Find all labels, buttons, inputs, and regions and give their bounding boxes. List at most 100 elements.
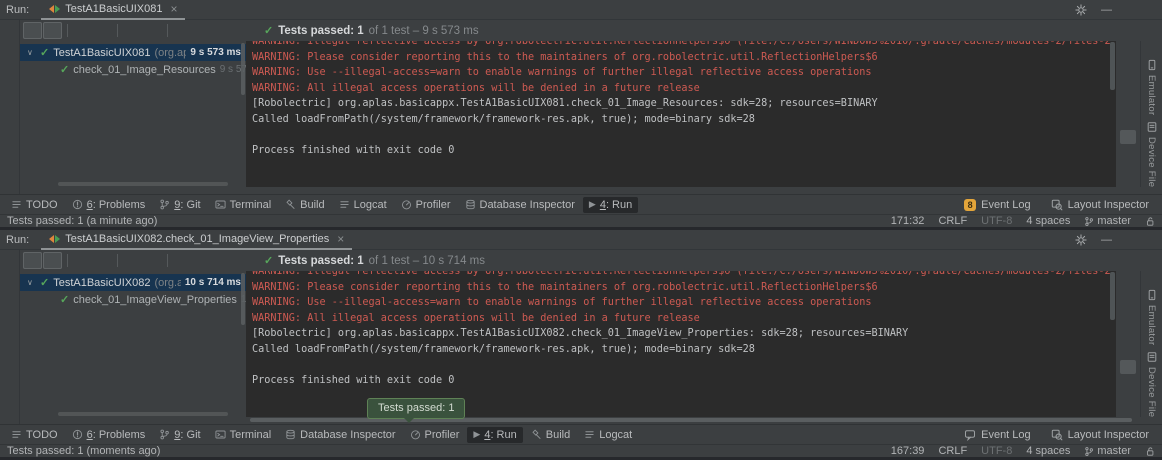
sort-alphabetically[interactable]: [73, 22, 92, 39]
clear-all[interactable]: [1120, 403, 1136, 417]
console-output[interactable]: WARNING: Illegal reflective access by or…: [246, 271, 1116, 417]
toolwindow-button[interactable]: Build: [279, 197, 330, 213]
tool-strip-button[interactable]: Device File Explorer: [1146, 121, 1158, 187]
print[interactable]: [1120, 382, 1136, 396]
test-tree-row[interactable]: ∨ ✓ TestA1BasicUIX082 (org.aplas.basica …: [20, 274, 246, 291]
hide-icon[interactable]: —: [1101, 5, 1112, 16]
gear-icon[interactable]: [1075, 234, 1087, 246]
scroll-to-end[interactable]: [1120, 360, 1136, 374]
chevron-down-icon[interactable]: ∨: [27, 48, 36, 57]
separator[interactable]: [167, 254, 168, 267]
toolwindow-button[interactable]: ▶ 4: Run: [583, 197, 638, 213]
toolwindow-button[interactable]: 9: Git: [153, 427, 206, 443]
indent-widget[interactable]: 4 spaces: [1026, 445, 1070, 458]
clear-all[interactable]: [1120, 173, 1136, 187]
toolwindow-button[interactable]: ▶ 4: Run: [467, 427, 522, 443]
next-failed-test[interactable]: [193, 22, 212, 39]
toolwindow-button[interactable]: Terminal: [209, 197, 278, 213]
separator[interactable]: [67, 24, 68, 37]
console-vertical-scrollbar[interactable]: [1110, 272, 1115, 320]
lock-icon[interactable]: [1145, 216, 1155, 227]
collapse-all[interactable]: [143, 252, 162, 269]
separator[interactable]: [117, 24, 118, 37]
tool-strip-button[interactable]: Emulator: [1146, 59, 1158, 115]
toolwindow-button[interactable]: TODO: [5, 197, 64, 213]
sort-by-duration[interactable]: [93, 22, 112, 39]
next-occurrence[interactable]: [1120, 87, 1136, 101]
soft-wrap[interactable]: [1120, 108, 1136, 122]
tree-horizontal-scrollbar[interactable]: [58, 412, 228, 416]
test-tree-row[interactable]: ∨ ✓ TestA1BasicUIX081 (org.aplas.basica …: [20, 44, 246, 61]
tree-vertical-scrollbar[interactable]: [241, 273, 245, 325]
scroll-to-end[interactable]: [1120, 130, 1136, 144]
run-tab[interactable]: TestA1BasicUIX081 ×: [41, 0, 185, 20]
toolwindow-button[interactable]: Logcat: [333, 197, 393, 213]
next-failed-test[interactable]: [193, 252, 212, 269]
tab-close-icon[interactable]: ×: [170, 2, 177, 16]
more-toolbar-options[interactable]: [233, 22, 252, 39]
console-output[interactable]: WARNING: Illegal reflective access by or…: [246, 41, 1116, 187]
event-log-button[interactable]: Event Log: [964, 429, 1031, 441]
separator[interactable]: [67, 254, 68, 267]
tab-close-icon[interactable]: ×: [337, 232, 344, 246]
tool-strip-button[interactable]: Emulator: [1146, 289, 1158, 345]
show-ignored[interactable]: [43, 22, 62, 39]
toolwindow-button[interactable]: 6: Problems: [66, 427, 152, 443]
toolwindow-button[interactable]: 6: Problems: [66, 197, 152, 213]
event-log-button[interactable]: 8 Event Log: [964, 199, 1031, 211]
test-tree-row[interactable]: ✓ check_01_ImageView_Properties 10 s 714…: [20, 291, 246, 308]
test-history[interactable]: [213, 252, 232, 269]
print[interactable]: [1120, 152, 1136, 166]
expand-all[interactable]: [123, 22, 142, 39]
console-line: Called loadFromPath(/system/framework/fr…: [252, 342, 1116, 358]
toolwindow-button[interactable]: Database Inspector: [459, 197, 581, 213]
expand-all[interactable]: [123, 252, 142, 269]
indent-widget[interactable]: 4 spaces: [1026, 215, 1070, 228]
sort-by-duration[interactable]: [93, 252, 112, 269]
tree-vertical-scrollbar[interactable]: [241, 43, 245, 95]
git-branch-widget[interactable]: master: [1084, 215, 1131, 228]
show-passed[interactable]: [23, 22, 42, 39]
layout-inspector-button[interactable]: Layout Inspector: [1051, 429, 1149, 441]
toolwindow-button[interactable]: TODO: [5, 427, 64, 443]
run-tab[interactable]: TestA1BasicUIX082.check_01_ImageView_Pro…: [41, 230, 352, 250]
test-history[interactable]: [213, 22, 232, 39]
previous-failed-test[interactable]: [173, 22, 192, 39]
toolwindow-button[interactable]: Database Inspector: [279, 427, 401, 443]
toolwindow-button[interactable]: Logcat: [578, 427, 638, 443]
line-separator-widget[interactable]: CRLF: [938, 445, 967, 458]
status-message: Tests passed: 1 (a minute ago): [7, 215, 157, 228]
show-passed[interactable]: [23, 252, 42, 269]
toolwindow-button[interactable]: Profiler: [395, 197, 457, 213]
toolwindow-button[interactable]: 9: Git: [153, 197, 206, 213]
caret-position-widget[interactable]: 171:32: [891, 215, 925, 228]
encoding-widget[interactable]: UTF-8: [981, 445, 1012, 458]
chevron-down-icon[interactable]: ∨: [27, 278, 36, 287]
next-occurrence[interactable]: [1120, 317, 1136, 331]
collapse-all[interactable]: [143, 22, 162, 39]
caret-position-widget[interactable]: 167:39: [891, 445, 925, 458]
previous-failed-test[interactable]: [173, 252, 192, 269]
tool-strip-button[interactable]: Device File Explorer: [1146, 351, 1158, 417]
git-branch-widget[interactable]: master: [1084, 445, 1131, 458]
line-separator-widget[interactable]: CRLF: [938, 215, 967, 228]
tree-horizontal-scrollbar[interactable]: [58, 182, 228, 186]
toolwindow-button[interactable]: Terminal: [209, 427, 278, 443]
show-ignored[interactable]: [43, 252, 62, 269]
separator[interactable]: [117, 254, 118, 267]
test-tree-row[interactable]: ✓ check_01_Image_Resources 9 s 573 ms: [20, 61, 246, 78]
soft-wrap[interactable]: [1120, 338, 1136, 352]
separator[interactable]: [167, 24, 168, 37]
encoding-widget[interactable]: UTF-8: [981, 215, 1012, 228]
gear-icon[interactable]: [1075, 4, 1087, 16]
toolwindow-button[interactable]: Build: [525, 427, 576, 443]
more-toolbar-options[interactable]: [233, 252, 252, 269]
lock-icon[interactable]: [1145, 446, 1155, 457]
toolwindow-button[interactable]: Profiler: [404, 427, 466, 443]
sort-alphabetically[interactable]: [73, 252, 92, 269]
prev-occurrence[interactable]: [1120, 295, 1136, 309]
layout-inspector-button[interactable]: Layout Inspector: [1051, 199, 1149, 211]
prev-occurrence[interactable]: [1120, 65, 1136, 79]
console-vertical-scrollbar[interactable]: [1110, 42, 1115, 90]
hide-icon[interactable]: —: [1101, 235, 1112, 246]
